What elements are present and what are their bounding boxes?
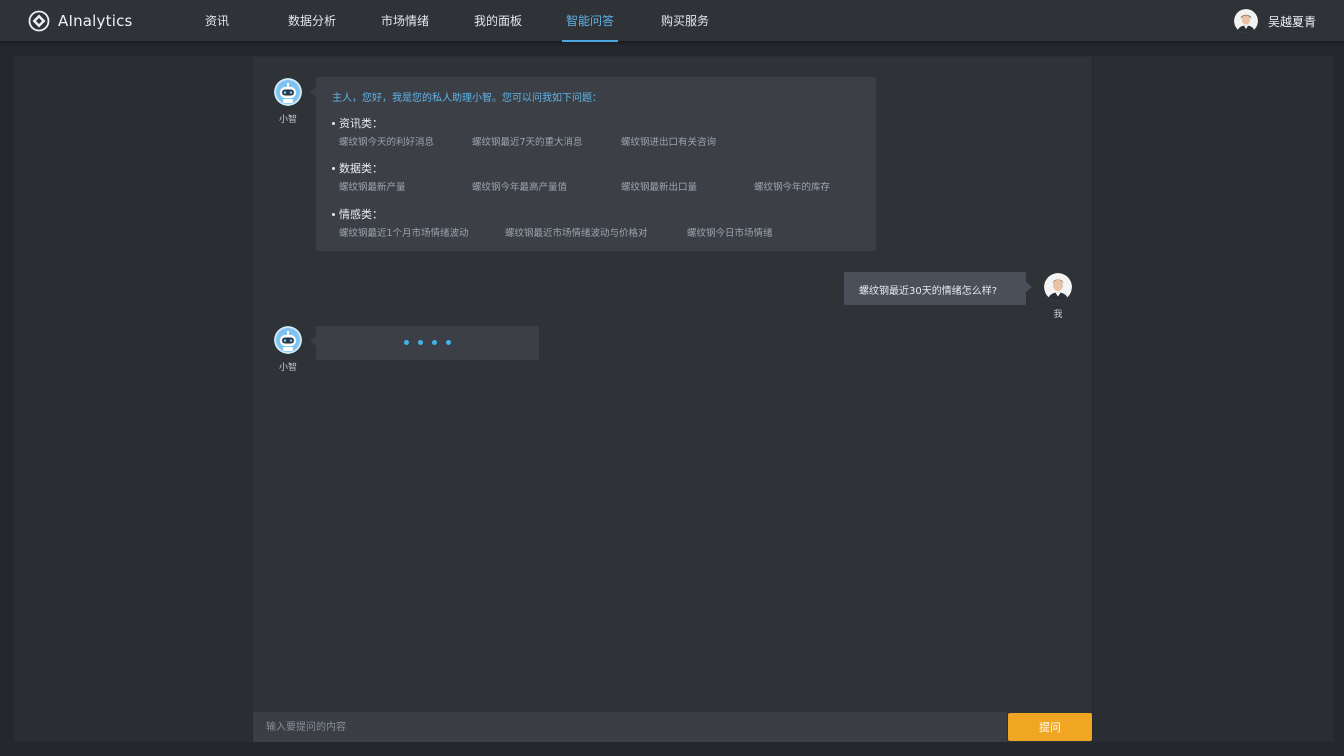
- greeting-text: 主人，您好，我是您的私人助理小智。您可以问我如下问题：: [332, 93, 602, 104]
- suggested-question[interactable]: 螺纹钢最近市场情绪波动与价格对: [505, 225, 648, 239]
- typing-indicator: [404, 340, 451, 345]
- category-title-news: 资讯类：: [332, 115, 383, 131]
- typing-dot: [404, 340, 409, 345]
- bot-name-label: 小智: [278, 363, 297, 373]
- suggested-question[interactable]: 螺纹钢最新出口量: [621, 179, 697, 193]
- category-title-data-text: 数据类：: [339, 162, 383, 175]
- active-tab-indicator: [562, 40, 618, 42]
- chat-panel: 小智 主人，您好，我是您的私人助理小智。您可以问我如下问题： 资讯类： 螺纹钢今…: [252, 57, 1093, 742]
- top-navbar: AInalytics 资讯 数据分析 市场情绪 我的面板 智能问答 购买服务 吴…: [0, 0, 1344, 42]
- nav-item-smart-qa[interactable]: 智能问答: [562, 0, 618, 42]
- category-title-sentiment: 情感类：: [332, 206, 383, 222]
- nav-item-news[interactable]: 资讯: [205, 0, 229, 42]
- avatar: [1233, 9, 1258, 33]
- bot-welcome-bubble: 主人，您好，我是您的私人助理小智。您可以问我如下问题： 资讯类： 螺纹钢今天的利…: [310, 77, 876, 251]
- suggested-question[interactable]: 螺纹钢今日市场情绪: [687, 225, 773, 239]
- suggested-question[interactable]: 螺纹钢最新产量: [339, 179, 406, 193]
- typing-dot: [418, 340, 423, 345]
- user-message-text: 螺纹钢最近30天的情绪怎么样?: [859, 286, 998, 297]
- robot-avatar-icon: [274, 326, 302, 354]
- suggested-question[interactable]: 螺纹钢今年最高产量值: [472, 179, 567, 193]
- category-title-news-text: 资讯类：: [339, 117, 383, 130]
- suggested-question[interactable]: 螺纹钢今天的利好消息: [339, 134, 434, 148]
- robot-avatar-icon: [274, 78, 302, 106]
- nav-item-data-analysis[interactable]: 数据分析: [288, 0, 336, 42]
- bot-typing-bubble: [310, 326, 539, 360]
- user-avatar-block: 我: [1044, 273, 1072, 320]
- suggested-question[interactable]: 螺纹钢最近7天的重大消息: [472, 134, 583, 148]
- nav-item-my-dashboard[interactable]: 我的面板: [474, 0, 522, 42]
- suggested-question[interactable]: 螺纹钢最近1个月市场情绪波动: [339, 225, 469, 239]
- typing-dot: [432, 340, 437, 345]
- suggested-question[interactable]: 螺纹钢今年的库存: [754, 179, 830, 193]
- nav-item-smart-qa-label: 智能问答: [565, 14, 614, 28]
- avatar: [1044, 273, 1072, 301]
- bot-avatar-block: 小智: [274, 78, 302, 125]
- bot-name-label: 小智: [278, 115, 297, 125]
- category-title-data: 数据类：: [332, 160, 383, 176]
- nav-item-purchase[interactable]: 购买服务: [661, 0, 709, 42]
- logo-icon: [28, 10, 50, 32]
- user-menu[interactable]: 吴越夏青: [1233, 9, 1316, 33]
- suggested-question[interactable]: 螺纹钢进出口有关咨询: [621, 134, 716, 148]
- app-name: AInalytics: [58, 12, 133, 30]
- app-logo[interactable]: AInalytics: [28, 10, 133, 32]
- user-message-bubble: 螺纹钢最近30天的情绪怎么样?: [844, 272, 1032, 305]
- bot-avatar-block: 小智: [274, 326, 302, 373]
- me-label: 我: [1053, 310, 1063, 320]
- typing-dot: [446, 340, 451, 345]
- nav-item-market-sentiment[interactable]: 市场情绪: [381, 0, 429, 42]
- question-input[interactable]: [253, 712, 1007, 742]
- category-title-sentiment-text: 情感类：: [339, 208, 383, 221]
- user-name: 吴越夏青: [1267, 14, 1316, 29]
- ask-button[interactable]: 提问: [1008, 713, 1092, 741]
